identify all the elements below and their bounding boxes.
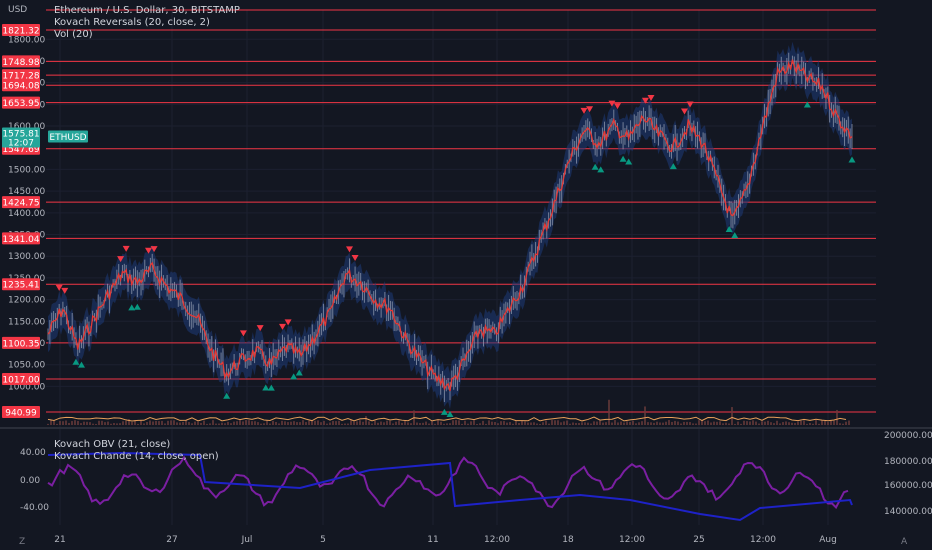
level-label: 940.99 — [5, 409, 37, 419]
down-marker — [346, 246, 353, 253]
level-label: 1694.08 — [2, 82, 39, 92]
volume-ma — [47, 416, 847, 422]
level-label: 1017.00 — [2, 376, 39, 386]
price-axis-tick: 1800.00 — [8, 35, 45, 45]
price-axis-tick: 1500.00 — [8, 165, 45, 175]
indicator-kovach-reversals[interactable]: Kovach Reversals (20, close, 2) — [54, 17, 240, 29]
obv-line — [47, 451, 853, 522]
price-axis-tick: 1150.00 — [8, 317, 45, 327]
level-label: 1821.32 — [2, 27, 39, 37]
level-label: 1653.95 — [2, 99, 39, 109]
level-label: 1235.41 — [2, 281, 39, 291]
time-axis-tick: 12:00 — [484, 535, 510, 545]
price-axis-tick: 1450.00 — [8, 187, 45, 197]
up-marker — [619, 155, 627, 162]
up-marker — [848, 156, 856, 163]
time-axis-tick: 12:00 — [750, 535, 776, 545]
price-axis-tick: 1050.00 — [8, 361, 45, 371]
up-marker — [591, 163, 599, 170]
down-marker — [351, 254, 359, 261]
down-marker — [279, 323, 286, 330]
time-axis-tick: 21 — [54, 535, 65, 545]
time-axis-tick: 18 — [562, 535, 574, 545]
symbol-tag-label: ETHUSD — [49, 133, 86, 143]
lower-left-tick: 40.00 — [20, 448, 46, 458]
up-marker — [223, 392, 231, 399]
time-axis-tick: 5 — [320, 535, 326, 545]
lower-right-tick: 180000.00 — [884, 457, 932, 467]
time-axis-tick: 12:00 — [619, 535, 645, 545]
lower-right-tick: 140000.00 — [884, 507, 932, 517]
corner-a-button[interactable]: A — [901, 537, 907, 547]
indicator-volume[interactable]: Vol (20) — [54, 29, 240, 41]
bar-countdown: 12:07 — [8, 139, 34, 149]
price-axis-tick: 1200.00 — [8, 296, 45, 306]
up-marker — [267, 384, 275, 391]
down-marker — [55, 284, 63, 291]
lower-left-tick: -40.00 — [20, 503, 49, 513]
level-label: 1748.98 — [2, 58, 39, 68]
time-axis-tick: 27 — [166, 535, 177, 545]
currency-label: USD — [8, 5, 28, 15]
lower-right-tick: 200000.00 — [884, 431, 932, 441]
chart-title[interactable]: Ethereum / U.S. Dollar, 30, BITSTAMP — [54, 5, 240, 17]
indicator-kovach-chande[interactable]: Kovach Chande (14, close, open) — [54, 451, 219, 463]
price-chart[interactable]: 1800.001750.001700.001650.001600.001500.… — [0, 0, 932, 550]
price-axis-tick: 1300.00 — [8, 252, 45, 262]
down-marker — [122, 245, 130, 252]
corner-z-button[interactable]: Z — [19, 537, 25, 547]
chande-line — [47, 455, 849, 510]
time-axis-tick: Aug — [819, 535, 837, 545]
up-marker — [133, 303, 141, 310]
up-marker — [290, 373, 298, 380]
down-marker — [61, 287, 69, 294]
price-axis-tick: 1400.00 — [8, 209, 45, 219]
level-label: 1424.75 — [2, 199, 39, 209]
lower-right-tick: 160000.00 — [884, 481, 932, 491]
level-label: 1100.35 — [2, 339, 39, 349]
lower-left-tick: 0.00 — [20, 476, 40, 486]
indicator-kovach-obv[interactable]: Kovach OBV (21, close) — [54, 439, 219, 451]
down-marker — [239, 330, 247, 337]
time-axis-tick: 25 — [693, 535, 704, 545]
level-label: 1341.04 — [2, 235, 39, 245]
time-axis-tick: Jul — [241, 535, 253, 545]
up-marker — [262, 384, 270, 391]
time-axis-tick: 11 — [427, 535, 438, 545]
